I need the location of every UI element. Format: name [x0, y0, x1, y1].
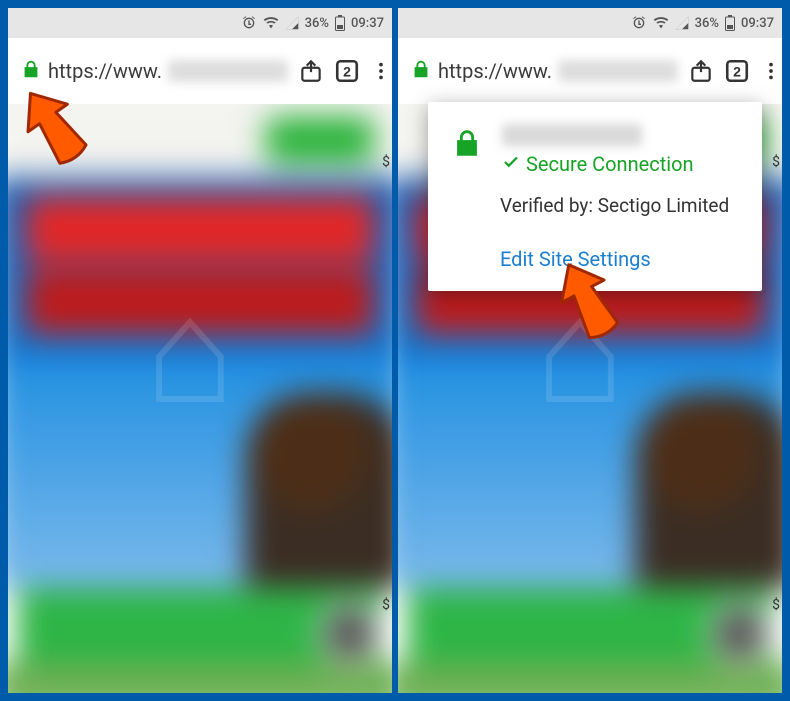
secure-connection-row: Secure Connection	[502, 152, 694, 176]
overflow-menu-button[interactable]	[760, 55, 782, 87]
share-button[interactable]	[688, 55, 714, 87]
svg-text:2: 2	[343, 63, 351, 79]
alarm-icon	[241, 15, 257, 31]
status-bar: 36% 09:37	[8, 8, 392, 38]
alarm-icon	[631, 15, 647, 31]
site-security-popup: Secure Connection Verified by: Sectigo L…	[428, 102, 762, 291]
tabs-button[interactable]: 2	[334, 55, 360, 87]
screenshot-left: 36% 09:37 https://www. 2	[8, 8, 392, 693]
verified-by-label: Verified by: Sectigo Limited	[500, 194, 740, 217]
lock-icon	[450, 124, 484, 166]
url-hostname-redacted	[558, 60, 678, 82]
dollar-sign-decor: $	[772, 597, 780, 613]
dollar-sign-decor: $	[382, 597, 390, 613]
secure-connection-label: Secure Connection	[526, 152, 694, 176]
lock-icon[interactable]	[410, 57, 432, 85]
browser-toolbar: https://www. 2	[8, 38, 392, 104]
clock-time: 09:37	[351, 16, 384, 31]
battery-icon	[725, 15, 735, 31]
address-bar[interactable]: https://www.	[20, 57, 288, 85]
url-hostname-redacted	[168, 60, 288, 82]
battery-icon	[335, 15, 345, 31]
check-icon	[502, 152, 520, 176]
share-button[interactable]	[298, 55, 324, 87]
svg-text:2: 2	[733, 63, 741, 79]
battery-pct: 36%	[305, 16, 329, 31]
battery-pct: 36%	[695, 16, 719, 31]
signal-icon	[675, 16, 689, 30]
dollar-sign-decor: $	[382, 154, 390, 170]
address-bar[interactable]: https://www.	[410, 57, 678, 85]
wifi-icon	[653, 16, 669, 30]
screenshot-right: 36% 09:37 https://www. 2	[398, 8, 782, 693]
tabs-button[interactable]: 2	[724, 55, 750, 87]
overflow-menu-button[interactable]	[370, 55, 392, 87]
signal-icon	[285, 16, 299, 30]
clock-time: 09:37	[741, 16, 774, 31]
browser-toolbar: https://www. 2	[398, 38, 782, 104]
status-bar: 36% 09:37	[398, 8, 782, 38]
page-content-blurred	[8, 80, 392, 693]
dollar-sign-decor: $	[772, 154, 780, 170]
url-text: https://www.	[48, 59, 162, 83]
edit-site-settings-link[interactable]: Edit Site Settings	[500, 247, 740, 271]
lock-icon[interactable]	[20, 57, 42, 85]
url-text: https://www.	[438, 59, 552, 83]
wifi-icon	[263, 16, 279, 30]
popup-hostname-redacted	[502, 124, 642, 146]
